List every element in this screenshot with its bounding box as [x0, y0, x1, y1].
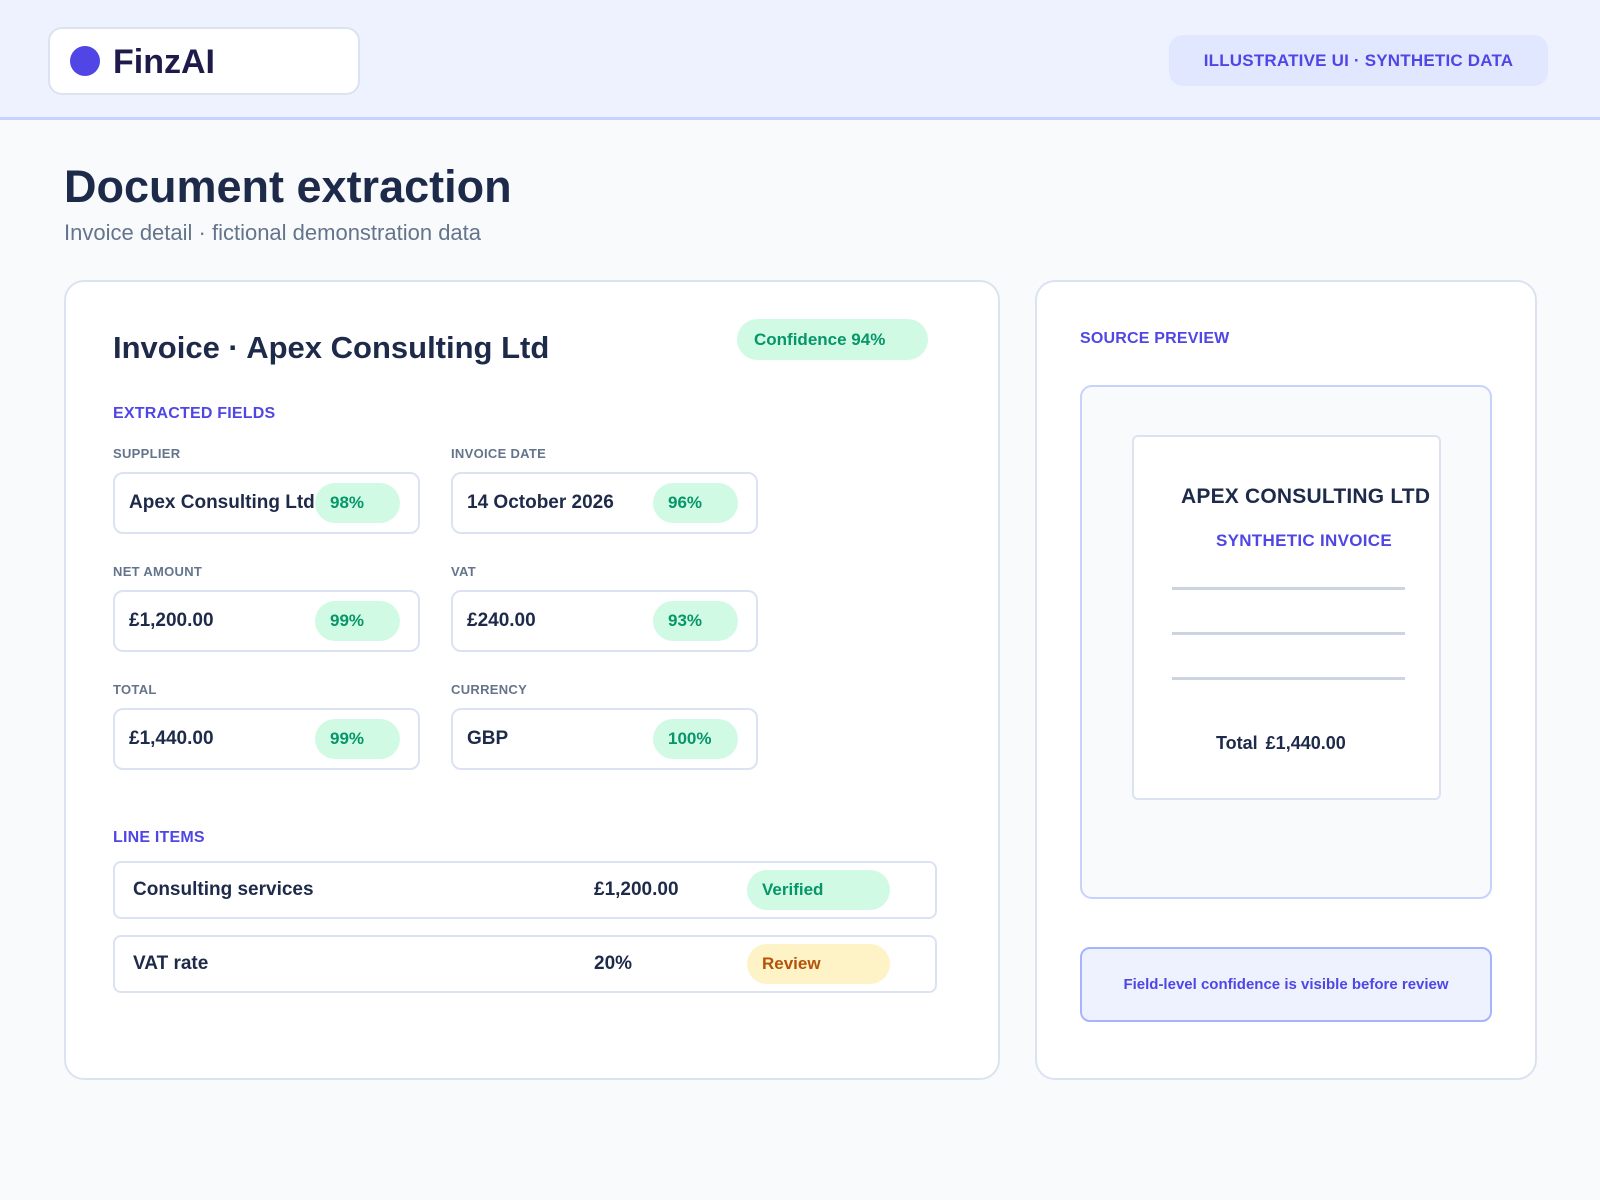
field-confidence-badge: 100% — [653, 719, 738, 759]
field-value: £1,200.00 — [129, 610, 214, 631]
source-preview-heading: SOURCE PREVIEW — [1080, 330, 1230, 347]
status-badge-review[interactable]: Review — [747, 944, 890, 984]
field-label-invoice-date: INVOICE DATE — [451, 446, 547, 461]
document-text-line — [1172, 677, 1405, 680]
brand-name: FinzAI — [113, 43, 215, 81]
document-page: APEX CONSULTING LTD SYNTHETIC INVOICE To… — [1132, 435, 1441, 800]
document-company-name: APEX CONSULTING LTD — [1181, 485, 1431, 508]
field-confidence-badge: 99% — [315, 719, 400, 759]
field-label-net-amount: NET AMOUNT — [113, 564, 203, 579]
page-title: Document extraction — [64, 161, 512, 212]
field-net-amount[interactable]: £1,200.00 99% — [113, 590, 420, 652]
field-confidence-badge: 99% — [315, 601, 400, 641]
extraction-card: Invoice · Apex Consulting Ltd Confidence… — [64, 280, 1000, 1080]
line-item-row[interactable]: Consulting services £1,200.00 Verified — [113, 861, 937, 919]
field-confidence-badge: 98% — [315, 483, 400, 523]
confidence-info-note: Field-level confidence is visible before… — [1080, 947, 1492, 1022]
line-item-name: VAT rate — [133, 953, 209, 974]
document-total-label: Total — [1216, 733, 1258, 753]
line-item-name: Consulting services — [133, 879, 314, 900]
field-label-total: TOTAL — [113, 682, 157, 697]
top-bar: FinzAI ILLUSTRATIVE UI · SYNTHETIC DATA — [0, 0, 1600, 120]
field-value: £240.00 — [467, 610, 536, 631]
invoice-title: Invoice · Apex Consulting Ltd — [113, 330, 550, 365]
field-total[interactable]: £1,440.00 99% — [113, 708, 420, 770]
field-confidence-badge: 93% — [653, 601, 738, 641]
field-vat[interactable]: £240.00 93% — [451, 590, 758, 652]
field-label-currency: CURRENCY — [451, 682, 528, 697]
field-value: 14 October 2026 — [467, 492, 614, 513]
page-subtitle: Invoice detail · fictional demonstration… — [64, 220, 482, 245]
document-total: Total £1,440.00 — [1216, 733, 1346, 754]
field-label-supplier: SUPPLIER — [113, 446, 181, 461]
document-text-line — [1172, 587, 1405, 590]
field-value: Apex Consulting Ltd — [129, 492, 315, 513]
synthetic-data-badge: ILLUSTRATIVE UI · SYNTHETIC DATA — [1169, 35, 1548, 86]
field-invoice-date[interactable]: 14 October 2026 96% — [451, 472, 758, 534]
document-type-label: SYNTHETIC INVOICE — [1215, 531, 1393, 550]
field-value: GBP — [467, 728, 509, 749]
field-value: £1,440.00 — [129, 728, 214, 749]
field-confidence-badge: 96% — [653, 483, 738, 523]
overall-confidence-badge: Confidence 94% — [737, 319, 928, 360]
document-text-line — [1172, 632, 1405, 635]
brand-mark-icon — [70, 46, 100, 76]
line-item-amount: £1,200.00 — [594, 879, 679, 900]
field-currency[interactable]: GBP 100% — [451, 708, 758, 770]
line-item-amount: 20% — [594, 953, 633, 974]
extracted-fields-heading: EXTRACTED FIELDS — [113, 405, 276, 422]
brand-logo[interactable]: FinzAI — [48, 27, 360, 95]
document-total-value: £1,440.00 — [1265, 733, 1346, 753]
source-preview-card: SOURCE PREVIEW APEX CONSULTING LTD SYNTH… — [1035, 280, 1537, 1080]
field-supplier[interactable]: Apex Consulting Ltd 98% — [113, 472, 420, 534]
line-item-row[interactable]: VAT rate 20% Review — [113, 935, 937, 993]
field-label-vat: VAT — [451, 564, 476, 579]
document-preview[interactable]: APEX CONSULTING LTD SYNTHETIC INVOICE To… — [1080, 385, 1492, 899]
line-items-heading: LINE ITEMS — [113, 829, 205, 846]
status-badge-verified[interactable]: Verified — [747, 870, 890, 910]
